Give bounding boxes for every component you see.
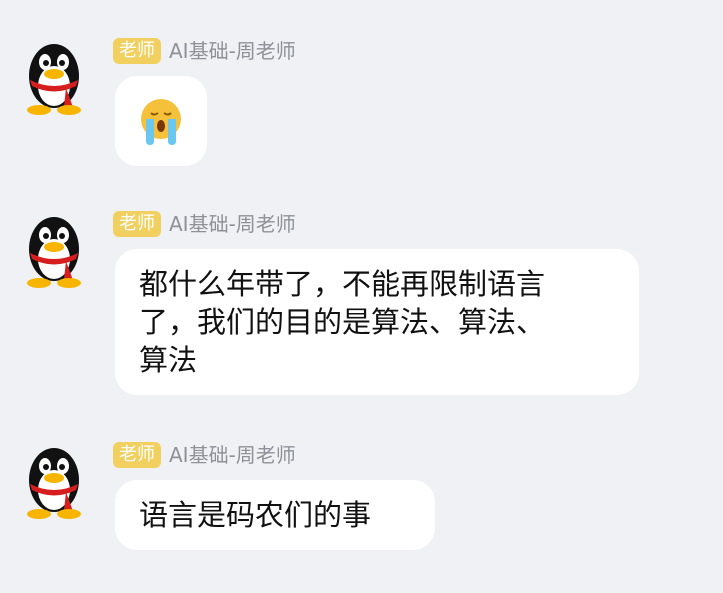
message-header: 老师 AI基础-周老师 — [113, 440, 296, 470]
message-text-line: 算法 — [139, 343, 198, 377]
message-text-line: 都什么年带了，不能再限制语言 — [139, 267, 546, 301]
message-bubble[interactable]: 语言是码农们的事 — [115, 480, 435, 550]
message-text-line: 语言是码农们的事 — [139, 498, 372, 532]
qq-penguin-icon — [27, 217, 81, 288]
crying-face-emoji-icon — [141, 99, 181, 145]
role-badge: 老师 — [113, 211, 161, 237]
qq-penguin-icon — [27, 448, 81, 519]
chat-screen: { "messages": [ { "role_badge": "老师", "s… — [0, 0, 723, 593]
sender-name: AI基础-周老师 — [169, 443, 296, 467]
message-text-line: 了，我们的目的是算法、算法、 — [139, 305, 546, 339]
message-bubble[interactable]: 都什么年带了，不能再限制语言 了，我们的目的是算法、算法、 算法 — [115, 249, 639, 395]
message-header: 老师 AI基础-周老师 — [113, 36, 296, 66]
avatar[interactable] — [14, 207, 96, 289]
role-badge: 老师 — [113, 38, 161, 64]
role-badge: 老师 — [113, 442, 161, 468]
sender-name: AI基础-周老师 — [169, 212, 296, 236]
sender-name: AI基础-周老师 — [169, 39, 296, 63]
message-bubble[interactable] — [115, 76, 207, 166]
avatar[interactable] — [14, 34, 96, 116]
message-header: 老师 AI基础-周老师 — [113, 209, 296, 239]
qq-penguin-icon — [27, 44, 81, 115]
avatar[interactable] — [14, 438, 96, 520]
